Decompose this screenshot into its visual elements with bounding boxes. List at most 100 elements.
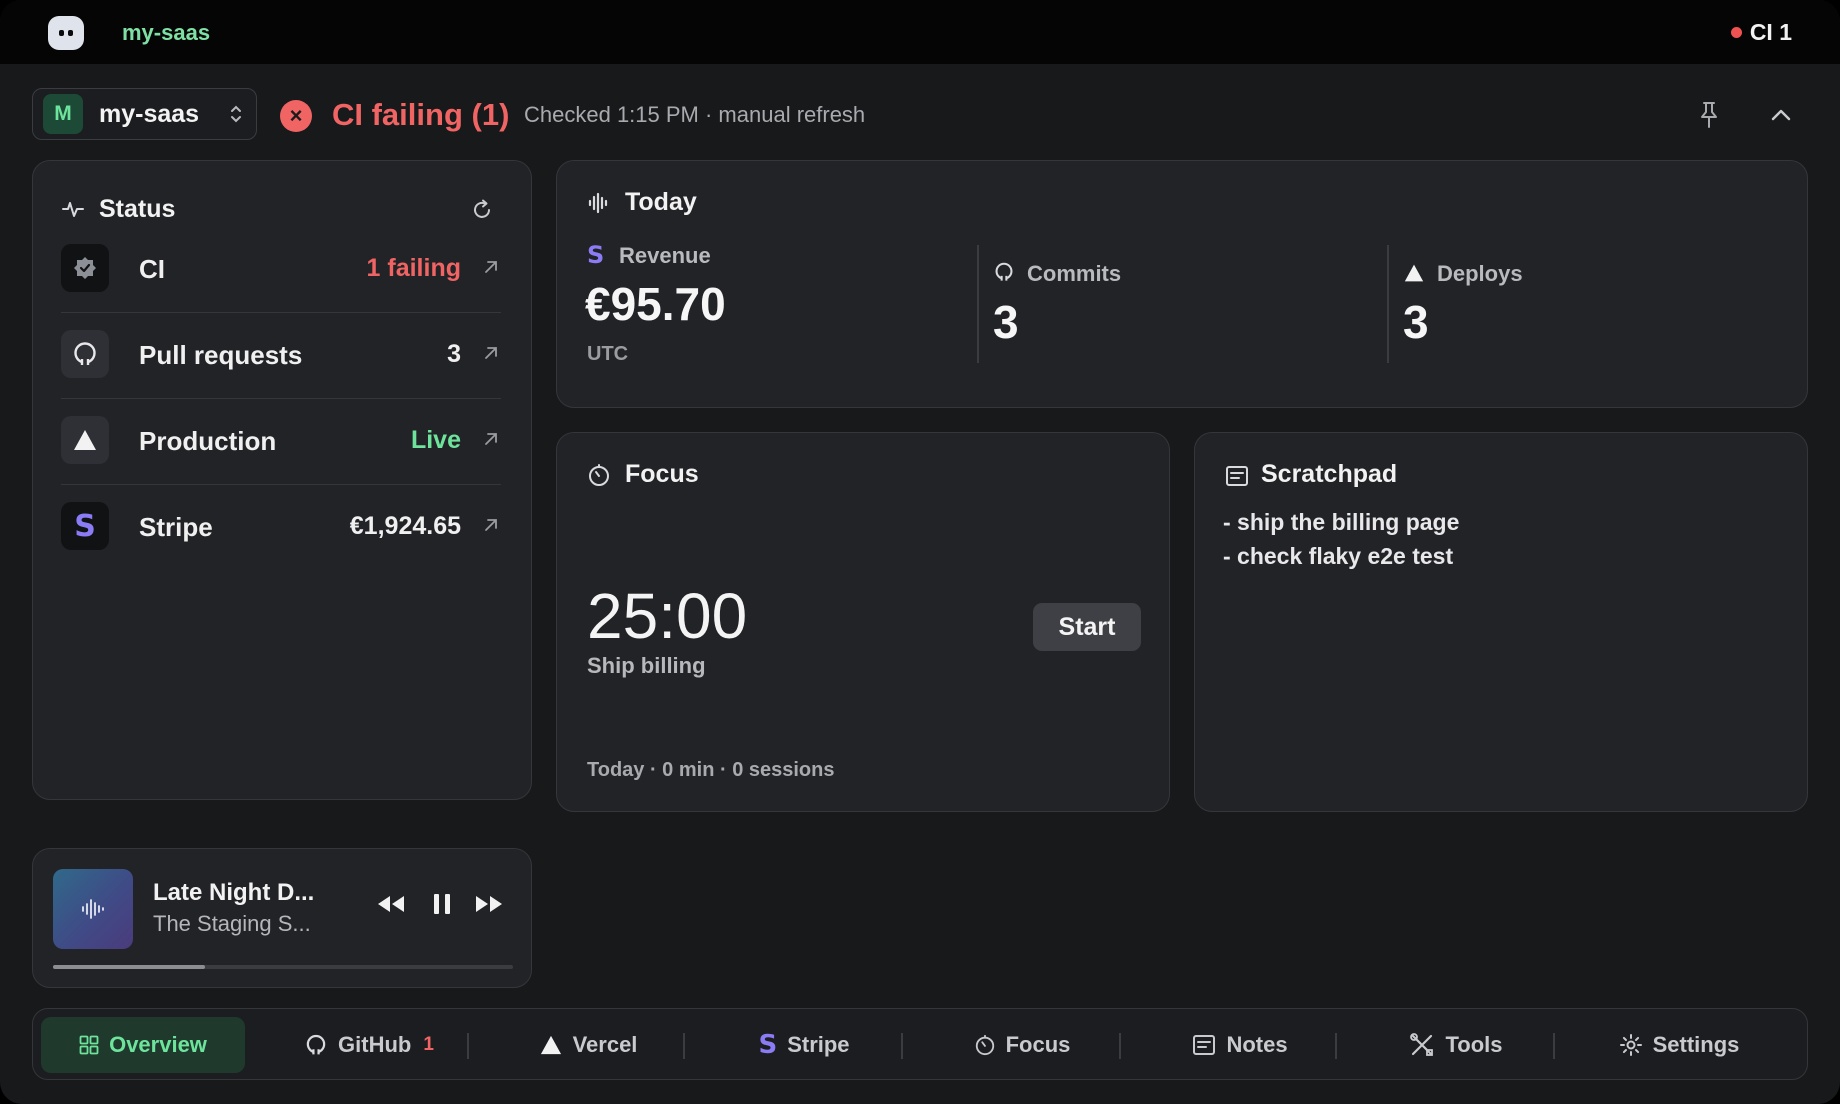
triangle-icon bbox=[1404, 264, 1424, 282]
refresh-icon[interactable] bbox=[469, 197, 495, 223]
chevron-up-down-icon bbox=[231, 105, 241, 123]
triangle-icon bbox=[540, 1035, 561, 1055]
stripe-icon: S bbox=[587, 241, 605, 269]
metric-divider bbox=[1387, 245, 1389, 363]
status-row-label: Stripe bbox=[139, 512, 213, 542]
nav-label: Settings bbox=[1652, 1032, 1740, 1057]
scratchpad-title: Scratchpad bbox=[1261, 460, 1398, 488]
status-row-ci[interactable]: CI 1 failing bbox=[61, 227, 501, 313]
focus-card: Focus 25:00 Ship billing Start Today · 0… bbox=[556, 432, 1170, 812]
fast-forward-icon[interactable] bbox=[473, 893, 505, 915]
nav-separator bbox=[1335, 1033, 1337, 1059]
focus-stats: Today · 0 min · 0 sessions bbox=[587, 759, 835, 781]
nav-separator bbox=[467, 1033, 469, 1059]
status-card: Status CI 1 failing Pull requests 3 Prod… bbox=[32, 160, 532, 800]
playback-progress[interactable] bbox=[53, 965, 513, 969]
status-title: Status bbox=[99, 195, 176, 223]
today-title: Today bbox=[625, 188, 697, 216]
scratchpad-line: - ship the billing page bbox=[1223, 509, 1460, 535]
nav-label: Focus bbox=[1005, 1032, 1071, 1057]
ci-indicator-label: CI 1 bbox=[1749, 19, 1792, 45]
project-avatar: M bbox=[43, 94, 83, 134]
nav-vercel[interactable]: Vercel bbox=[493, 1017, 683, 1073]
metric-divider bbox=[977, 245, 979, 363]
chevron-up-icon[interactable] bbox=[1766, 100, 1796, 130]
activity-icon bbox=[62, 202, 84, 217]
notes-icon bbox=[1226, 466, 1248, 486]
deploys-value: 3 bbox=[1403, 296, 1429, 348]
track-artist: The Staging S... bbox=[153, 911, 311, 936]
nav-separator bbox=[1119, 1033, 1121, 1059]
pause-icon[interactable] bbox=[431, 892, 453, 916]
status-row-value: 3 bbox=[447, 340, 461, 368]
nav-label: Notes bbox=[1226, 1032, 1288, 1057]
nav-overview[interactable]: Overview bbox=[41, 1017, 245, 1073]
github-icon bbox=[61, 330, 109, 378]
focus-timer: 25:00 bbox=[587, 580, 748, 652]
revenue-timezone: UTC bbox=[587, 343, 629, 365]
status-row-label: Production bbox=[139, 426, 277, 456]
focus-title: Focus bbox=[625, 460, 699, 488]
ci-failing-icon: × bbox=[280, 100, 312, 132]
ci-indicator[interactable]: CI 1 bbox=[1730, 19, 1792, 46]
tools-icon bbox=[1410, 1033, 1434, 1056]
nav-settings[interactable]: Settings bbox=[1579, 1017, 1779, 1073]
nav-separator bbox=[901, 1033, 903, 1059]
nav-badge: 1 bbox=[423, 1034, 434, 1055]
project-selector[interactable]: M my-saas bbox=[32, 88, 257, 140]
nav-github[interactable]: GitHub 1 bbox=[269, 1017, 469, 1073]
rewind-icon[interactable] bbox=[375, 893, 407, 915]
scratchpad-card[interactable]: Scratchpad - ship the billing page - che… bbox=[1194, 432, 1808, 812]
notes-icon bbox=[1193, 1035, 1216, 1055]
nav-label: Overview bbox=[109, 1032, 207, 1057]
nav-stripe[interactable]: S Stripe bbox=[709, 1017, 899, 1073]
status-row-value: Live bbox=[410, 426, 461, 454]
nav-label: Stripe bbox=[787, 1032, 850, 1057]
focus-task: Ship billing bbox=[587, 653, 706, 678]
app-logo-icon bbox=[48, 16, 84, 50]
external-link-icon bbox=[485, 261, 497, 273]
playback-progress-fill bbox=[53, 965, 205, 969]
music-player: Late Night D... The Staging S... bbox=[32, 848, 532, 988]
ci-badge-icon bbox=[61, 244, 109, 292]
last-checked-text: Checked 1:15 PM · manual refresh bbox=[524, 102, 866, 127]
scratchpad-content[interactable]: - ship the billing page - check flaky e2… bbox=[1223, 505, 1459, 573]
status-row-stripe[interactable]: S Stripe €1,924.65 bbox=[61, 485, 501, 571]
nav-notes[interactable]: Notes bbox=[1145, 1017, 1335, 1073]
stripe-icon: S bbox=[61, 502, 109, 550]
commits-label: Commits bbox=[1027, 261, 1122, 286]
revenue-label: Revenue bbox=[619, 243, 711, 268]
status-row-value: 1 failing bbox=[366, 254, 461, 282]
external-link-icon bbox=[485, 519, 497, 531]
nav-tools[interactable]: Tools bbox=[1361, 1017, 1551, 1073]
app-window: my-saas CI 1 M my-saas × CI failing (1) … bbox=[0, 0, 1840, 1104]
scratchpad-line: - check flaky e2e test bbox=[1223, 543, 1454, 569]
gear-icon bbox=[1619, 1034, 1642, 1056]
commits-value: 3 bbox=[993, 296, 1019, 348]
ci-failing-status[interactable]: CI failing (1) bbox=[332, 97, 509, 133]
waveform-icon bbox=[82, 899, 104, 919]
nav-label: Vercel bbox=[572, 1032, 638, 1057]
triangle-icon bbox=[61, 416, 109, 464]
start-button[interactable]: Start bbox=[1033, 603, 1141, 651]
today-card: Today S Revenue €95.70 UTC Commits 3 Dep… bbox=[556, 160, 1808, 408]
status-row-production[interactable]: Production Live bbox=[61, 399, 501, 485]
github-icon bbox=[306, 1034, 326, 1055]
status-row-value: €1,924.65 bbox=[349, 512, 461, 540]
nav-separator bbox=[1553, 1033, 1555, 1059]
app-name: my-saas bbox=[122, 20, 211, 45]
github-icon bbox=[995, 262, 1013, 281]
nav-focus[interactable]: Focus bbox=[927, 1017, 1117, 1073]
nav-separator bbox=[683, 1033, 685, 1059]
status-row-pull-requests[interactable]: Pull requests 3 bbox=[61, 313, 501, 399]
status-row-label: CI bbox=[139, 254, 165, 284]
bottom-nav: Overview GitHub 1 Vercel S Stripe Focus … bbox=[32, 1008, 1808, 1080]
stripe-icon: S bbox=[758, 1030, 778, 1060]
album-art bbox=[53, 869, 133, 949]
title-bar: my-saas CI 1 bbox=[0, 0, 1840, 64]
pin-icon[interactable] bbox=[1696, 100, 1722, 130]
grid-icon bbox=[79, 1035, 99, 1055]
nav-label: Tools bbox=[1445, 1032, 1503, 1057]
ci-status-dot-icon bbox=[1730, 27, 1742, 38]
status-row-label: Pull requests bbox=[139, 340, 303, 370]
